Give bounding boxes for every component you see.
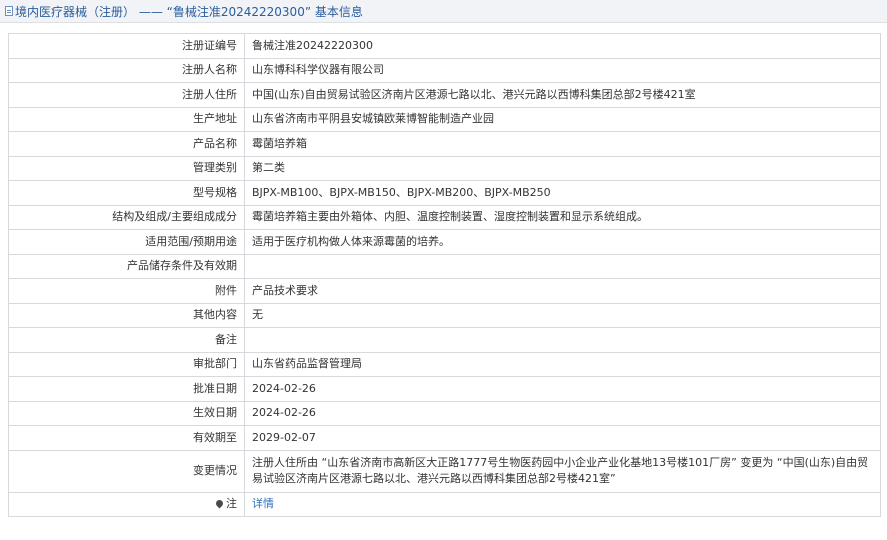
row-value: 霉菌培养箱 [244, 131, 881, 157]
row-value: 鲁械注准20242220300 [244, 33, 881, 59]
row-label: 产品储存条件及有效期 [8, 253, 245, 279]
document-icon [5, 6, 13, 16]
table-row: 其他内容 无 [8, 302, 881, 328]
row-label: 管理类别 [8, 155, 245, 181]
table-row: 产品名称 霉菌培养箱 [8, 131, 881, 157]
table-row: 附件 产品技术要求 [8, 278, 881, 304]
row-value: 中国(山东)自由贸易试验区济南片区港源七路以北、港兴元路以西博科集团总部2号楼4… [244, 82, 881, 108]
table-row: 型号规格 BJPX-MB100、BJPX-MB150、BJPX-MB200、BJ… [8, 180, 881, 206]
note-value-cell: 详情 [244, 491, 881, 517]
row-label: 批准日期 [8, 376, 245, 402]
page-title: 境内医疗器械（注册） —— “鲁械注准20242220300” 基本信息 [15, 4, 363, 19]
row-value [244, 327, 881, 353]
row-value: 第二类 [244, 155, 881, 181]
row-label: 注册证编号 [8, 33, 245, 59]
details-link[interactable]: 详情 [252, 497, 274, 510]
table-row: 生效日期 2024-02-26 [8, 400, 881, 426]
table-row: 注册人住所 中国(山东)自由贸易试验区济南片区港源七路以北、港兴元路以西博科集团… [8, 82, 881, 108]
pin-icon [214, 498, 225, 509]
row-label: 审批部门 [8, 351, 245, 377]
row-label: 结构及组成/主要组成成分 [8, 204, 245, 230]
table-row: 有效期至 2029-02-07 [8, 425, 881, 451]
row-label: 注册人名称 [8, 57, 245, 83]
row-label: 产品名称 [8, 131, 245, 157]
row-label: 生产地址 [8, 106, 245, 132]
row-label: 生效日期 [8, 400, 245, 426]
row-value: 2024-02-26 [244, 376, 881, 402]
table-row: 适用范围/预期用途 适用于医疗机构做人体来源霉菌的培养。 [8, 229, 881, 255]
row-value [244, 253, 881, 279]
row-label: 型号规格 [8, 180, 245, 206]
row-value: 适用于医疗机构做人体来源霉菌的培养。 [244, 229, 881, 255]
table-row: 变更情况 注册人住所由 “山东省济南市高新区大正路1777号生物医药园中小企业产… [8, 449, 881, 493]
note-label-cell: 注 [8, 491, 245, 517]
row-label: 备注 [8, 327, 245, 353]
row-value: 山东省济南市平阴县安城镇欧莱博智能制造产业园 [244, 106, 881, 132]
row-label: 适用范围/预期用途 [8, 229, 245, 255]
row-label: 注册人住所 [8, 82, 245, 108]
row-value: 无 [244, 302, 881, 328]
row-value: 产品技术要求 [244, 278, 881, 304]
row-label: 有效期至 [8, 425, 245, 451]
row-label: 其他内容 [8, 302, 245, 328]
table-row: 注册人名称 山东博科科学仪器有限公司 [8, 57, 881, 83]
row-label: 附件 [8, 278, 245, 304]
table-row: 批准日期 2024-02-26 [8, 376, 881, 402]
table-row: 注 详情 [8, 491, 881, 517]
table-row: 备注 [8, 327, 881, 353]
table-row: 管理类别 第二类 [8, 155, 881, 181]
row-value: 注册人住所由 “山东省济南市高新区大正路1777号生物医药园中小企业产业化基地1… [244, 449, 881, 493]
row-value: 2029-02-07 [244, 425, 881, 451]
table-row: 生产地址 山东省济南市平阴县安城镇欧莱博智能制造产业园 [8, 106, 881, 132]
table-row: 审批部门 山东省药品监督管理局 [8, 351, 881, 377]
row-value: BJPX-MB100、BJPX-MB150、BJPX-MB200、BJPX-MB… [244, 180, 881, 206]
row-value: 山东省药品监督管理局 [244, 351, 881, 377]
row-value: 山东博科科学仪器有限公司 [244, 57, 881, 83]
row-value: 2024-02-26 [244, 400, 881, 426]
row-value: 霉菌培养箱主要由外箱体、内胆、温度控制装置、湿度控制装置和显示系统组成。 [244, 204, 881, 230]
page-header: 境内医疗器械（注册） —— “鲁械注准20242220300” 基本信息 [0, 0, 887, 23]
table-row: 结构及组成/主要组成成分 霉菌培养箱主要由外箱体、内胆、温度控制装置、湿度控制装… [8, 204, 881, 230]
table-row: 产品储存条件及有效期 [8, 253, 881, 279]
note-label: 注 [226, 497, 237, 511]
row-label: 变更情况 [8, 449, 245, 493]
table-row: 注册证编号 鲁械注准20242220300 [8, 33, 881, 59]
info-table: 注册证编号 鲁械注准20242220300 注册人名称 山东博科科学仪器有限公司… [8, 33, 881, 517]
